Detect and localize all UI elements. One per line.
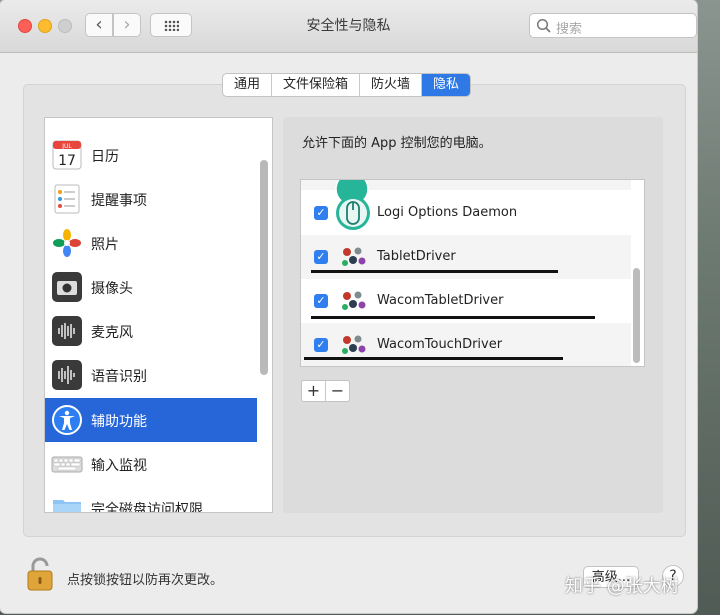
sidebar-item-label: 辅助功能 (91, 414, 147, 430)
microphone-icon (52, 316, 82, 346)
sidebar-item-label: 输入监视 (91, 458, 147, 474)
search-icon (536, 18, 551, 33)
sidebar-item-label: 麦克风 (91, 325, 133, 341)
lock-message: 点按锁按钮以防再次更改。 (67, 573, 224, 588)
app-row-wacomtouchdriver[interactable]: ✓ WacomTouchDriver (301, 323, 631, 366)
add-remove-control: + − (301, 380, 350, 402)
app-name: WacomTabletDriver (377, 293, 504, 308)
sidebar-item-label: 日历 (91, 149, 119, 165)
sidebar-item-accessibility[interactable]: 辅助功能 (45, 398, 257, 442)
app-checkbox[interactable]: ✓ (314, 206, 328, 220)
add-app-button[interactable]: + (302, 381, 326, 401)
annotation-underline (311, 316, 595, 319)
lock-icon[interactable] (27, 557, 53, 591)
sidebar-item-label: 照片 (91, 237, 119, 253)
app-list-scrollbar[interactable] (633, 268, 640, 363)
photos-icon (53, 229, 81, 257)
sidebar-item-speech[interactable]: 语音识别 (45, 353, 257, 397)
folder-icon (53, 500, 81, 512)
accessibility-icon (52, 405, 82, 435)
sidebar-item-label: 摄像头 (91, 281, 133, 297)
list-item-partial (45, 118, 257, 120)
sidebar-item-microphone[interactable]: 麦克风 (45, 309, 257, 353)
app-list[interactable]: ✓ Logi Options Daemon ✓ TabletDriver ✓ W… (300, 179, 645, 367)
speech-recognition-icon (52, 360, 82, 390)
calendar-icon: JUL 17 (52, 140, 82, 170)
privacy-category-list[interactable]: JUL 17 日历 提醒事项 照片 摄像头 麦克风 语音识别 辅助功能 输入监视… (44, 117, 273, 513)
search-field[interactable]: 搜索 (529, 13, 697, 38)
reminders-icon (54, 184, 80, 214)
sidebar-item-label: 语音识别 (91, 369, 147, 385)
tab-privacy[interactable]: 隐私 (422, 74, 471, 96)
tab-bar: 通用 文件保险箱 防火墙 隐私 (222, 73, 472, 97)
tab-firewall[interactable]: 防火墙 (360, 74, 423, 96)
app-name: TabletDriver (377, 249, 456, 264)
svg-text:17: 17 (58, 153, 76, 169)
sidebar-item-label: 提醒事项 (91, 193, 147, 209)
sidebar-item-camera[interactable]: 摄像头 (45, 265, 257, 309)
list-item-partial (301, 180, 631, 206)
watermark: 知乎 @张大树 (565, 576, 679, 597)
wacom-driver-icon (342, 291, 366, 310)
pane-description: 允许下面的 App 控制您的电脑。 (302, 136, 492, 151)
sidebar-item-full-disk-access[interactable]: 完全磁盘访问权限 (45, 486, 257, 513)
app-checkbox[interactable]: ✓ (314, 250, 328, 264)
wacom-driver-icon (342, 247, 366, 266)
search-placeholder: 搜索 (556, 22, 583, 37)
wacom-driver-icon (342, 335, 366, 354)
app-row-logi-options[interactable]: ✓ Logi Options Daemon (301, 191, 631, 235)
camera-icon (52, 272, 82, 302)
app-name: WacomTouchDriver (377, 337, 503, 352)
svg-text:JUL: JUL (61, 143, 72, 150)
keyboard-icon (51, 456, 83, 473)
logi-mouse-icon (336, 196, 370, 230)
annotation-underline (304, 357, 563, 360)
remove-app-button[interactable]: − (326, 381, 349, 401)
preferences-window: ‹ › 安全性与隐私 搜索 通用 文件保险箱 防火墙 隐私 JUL 17 日历 … (0, 0, 697, 613)
sidebar-item-reminders[interactable]: 提醒事项 (45, 177, 257, 221)
app-checkbox[interactable]: ✓ (314, 294, 328, 308)
sidebar-item-calendar[interactable]: JUL 17 日历 (45, 133, 257, 177)
sidebar-item-input-monitoring[interactable]: 输入监视 (45, 442, 257, 486)
sidebar-item-photos[interactable]: 照片 (45, 221, 257, 265)
tab-general[interactable]: 通用 (223, 74, 273, 96)
sidebar-item-label: 完全磁盘访问权限 (91, 502, 203, 513)
list-scrollbar[interactable] (260, 160, 268, 375)
app-name: Logi Options Daemon (377, 205, 518, 220)
annotation-underline (311, 270, 558, 273)
title-bar: ‹ › 安全性与隐私 搜索 (0, 0, 697, 53)
tab-filevault[interactable]: 文件保险箱 (272, 74, 361, 96)
app-checkbox[interactable]: ✓ (314, 338, 328, 352)
